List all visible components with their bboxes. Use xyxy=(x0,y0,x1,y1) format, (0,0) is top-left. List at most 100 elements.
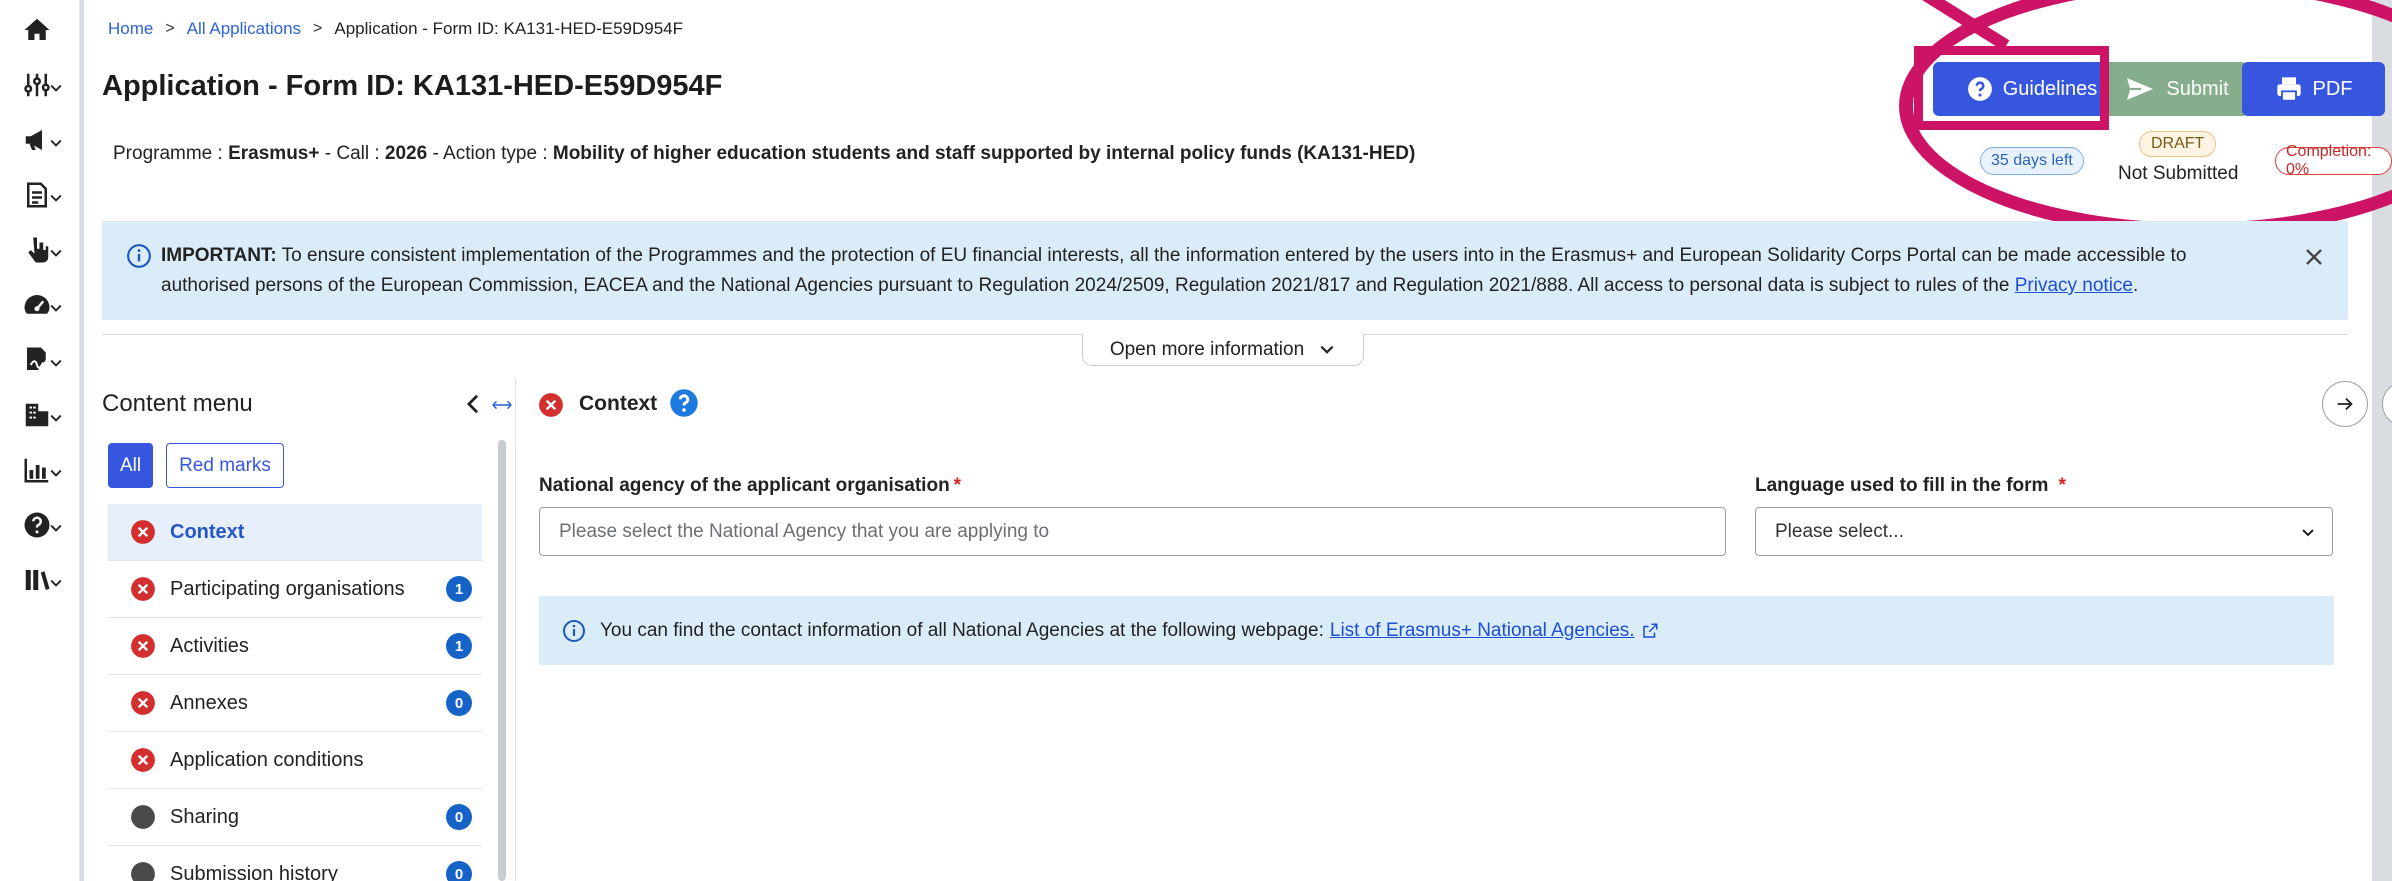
count-badge: 0 xyxy=(446,804,472,830)
privacy-notice-link[interactable]: Privacy notice xyxy=(2015,275,2133,296)
programme-label: Programme : xyxy=(113,143,229,164)
info-icon xyxy=(127,244,151,268)
action-label: - Action type : xyxy=(427,143,553,164)
error-status-icon xyxy=(131,748,155,772)
megaphone-icon[interactable] xyxy=(22,120,66,160)
home-icon[interactable] xyxy=(22,10,66,50)
agencies-info-text: You can find the contact information of … xyxy=(600,619,1324,641)
important-label: IMPORTANT: xyxy=(161,245,277,266)
content-menu-item[interactable]: Context xyxy=(108,504,482,561)
bar-chart-icon[interactable] xyxy=(22,450,66,490)
library-icon[interactable] xyxy=(22,560,66,600)
menu-scrollbar[interactable] xyxy=(498,440,506,881)
important-notice-text: IMPORTANT: To ensure consistent implemen… xyxy=(161,241,2241,301)
guidelines-button[interactable]: Guidelines xyxy=(1933,62,2131,116)
content-menu-item-label: Sharing xyxy=(170,805,239,828)
national-agency-input[interactable] xyxy=(539,507,1726,556)
content-menu-item[interactable]: Participating organisations 1 xyxy=(108,561,482,618)
application-page: Home > All Applications > Application - … xyxy=(84,0,2392,881)
right-gutter xyxy=(2372,0,2392,881)
filter-all-button[interactable]: All xyxy=(108,443,153,488)
content-menu-item[interactable]: Application conditions xyxy=(108,732,482,789)
close-icon[interactable] xyxy=(2300,243,2328,271)
page-title: Application - Form ID: KA131-HED-E59D954… xyxy=(102,70,723,102)
chevron-left-icon[interactable] xyxy=(462,392,484,416)
help-icon[interactable] xyxy=(22,505,66,545)
programme-value: Erasmus+ xyxy=(228,143,320,164)
language-select[interactable]: Please select... xyxy=(1755,507,2333,556)
chevron-right-icon: > xyxy=(165,20,175,37)
count-badge: 1 xyxy=(446,633,472,659)
count-badge: 0 xyxy=(446,861,472,881)
chevron-down-icon xyxy=(1320,345,1334,354)
days-left-badge: 35 days left xyxy=(1980,147,2084,175)
agency-label-text: National agency of the applicant organis… xyxy=(539,475,950,496)
content-menu-item-label: Submission history xyxy=(170,862,338,881)
content-menu-item[interactable]: Activities 1 xyxy=(108,618,482,675)
neutral-status-icon xyxy=(131,805,155,829)
pdf-button[interactable]: PDF xyxy=(2242,62,2385,116)
draft-badge: DRAFT xyxy=(2139,131,2217,157)
filter-red-marks-button[interactable]: Red marks xyxy=(166,443,284,488)
panel-divider[interactable] xyxy=(515,378,516,881)
dashboard-icon[interactable] xyxy=(22,285,66,325)
resize-arrows-icon[interactable] xyxy=(491,394,513,416)
guidelines-label: Guidelines xyxy=(2002,77,2098,100)
more-info-label: Open more information xyxy=(1109,338,1305,360)
error-status-icon xyxy=(131,634,155,658)
breadcrumb-current: Application - Form ID: KA131-HED-E59D954… xyxy=(334,19,684,38)
question-circle-icon xyxy=(1967,77,1992,101)
neutral-status-icon xyxy=(131,862,155,881)
chevron-down-icon xyxy=(2302,529,2314,537)
agency-field-label: National agency of the applicant organis… xyxy=(539,475,961,497)
content-menu-title: Content menu xyxy=(102,390,253,417)
content-menu-item-label: Activities xyxy=(170,634,249,657)
language-field-label: Language used to fill in the form * xyxy=(1755,475,2066,497)
submission-status: Not Submitted xyxy=(2118,163,2239,184)
external-link-icon[interactable] xyxy=(1641,622,1659,640)
printer-icon xyxy=(2276,77,2301,102)
content-menu-item-label: Annexes xyxy=(170,691,248,714)
count-badge: 1 xyxy=(446,576,472,602)
important-end: . xyxy=(2133,275,2139,296)
call-label: - Call : xyxy=(319,143,385,164)
content-menu-item-label: Application conditions xyxy=(170,748,364,771)
highlight-arrow-annotation xyxy=(1875,0,2010,51)
action-value: Mobility of higher education students an… xyxy=(552,143,1416,164)
building-icon[interactable] xyxy=(22,395,66,435)
breadcrumb: Home > All Applications > Application - … xyxy=(108,19,683,39)
signature-icon[interactable] xyxy=(22,340,66,380)
content-menu-item[interactable]: Sharing 0 xyxy=(108,789,482,846)
error-status-icon xyxy=(539,393,563,417)
left-icon-rail xyxy=(0,0,80,881)
content-menu-item[interactable]: Annexes 0 xyxy=(108,675,482,732)
sliders-icon[interactable] xyxy=(22,65,66,105)
call-value: 2026 xyxy=(384,143,428,164)
highlight-ellipse-annotation xyxy=(1899,0,2392,237)
pdf-label: PDF xyxy=(2312,77,2353,100)
error-status-icon xyxy=(131,691,155,715)
next-section-button[interactable] xyxy=(2322,381,2368,427)
help-icon[interactable] xyxy=(669,388,699,418)
breadcrumb-home[interactable]: Home xyxy=(108,19,153,39)
count-badge: 0 xyxy=(446,690,472,716)
chevron-right-icon: > xyxy=(313,20,323,37)
programme-line: Programme : Erasmus+ - Call : 2026 - Act… xyxy=(113,143,1415,165)
error-status-icon xyxy=(131,520,155,544)
submit-button[interactable]: Submit xyxy=(2105,62,2248,116)
hand-pointer-icon[interactable] xyxy=(22,230,66,270)
document-edit-icon[interactable] xyxy=(22,175,66,215)
info-icon xyxy=(563,619,585,642)
breadcrumb-all-applications[interactable]: All Applications xyxy=(187,19,301,39)
send-icon xyxy=(2127,78,2154,100)
required-mark: * xyxy=(2058,475,2066,496)
content-menu-item-label: Context xyxy=(170,520,245,543)
national-agencies-info-box: You can find the contact information of … xyxy=(539,596,2334,665)
open-more-information-button[interactable]: Open more information xyxy=(1082,334,1364,366)
national-agencies-link[interactable]: List of Erasmus+ National Agencies. xyxy=(1330,620,1635,642)
required-mark: * xyxy=(953,475,962,496)
language-label-text: Language used to fill in the form xyxy=(1755,475,2049,496)
important-body: To ensure consistent implementation of t… xyxy=(161,245,2187,296)
content-menu-item[interactable]: Submission history 0 xyxy=(108,846,482,881)
submit-label: Submit xyxy=(2166,77,2229,100)
